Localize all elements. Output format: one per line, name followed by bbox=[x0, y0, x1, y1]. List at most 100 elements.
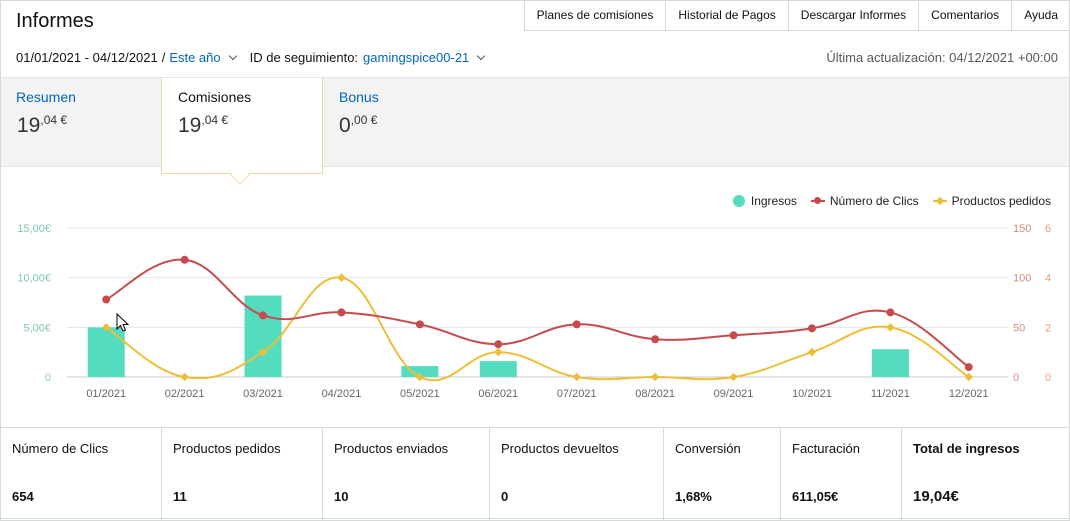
tab-value: 19,04 € bbox=[178, 113, 229, 137]
point-productos-pedidos bbox=[572, 372, 581, 382]
stat-revenue: Facturación 611,05€ bbox=[781, 428, 902, 520]
stat-shipped: Productos enviados 10 bbox=[323, 428, 490, 520]
stat-clicks: Número de Clics 654 bbox=[1, 428, 162, 520]
x-tick-label: 07/2021 bbox=[557, 388, 597, 400]
stat-total-earnings: Total de ingresos 19,04€ bbox=[902, 428, 1069, 520]
x-tick-label: 09/2021 bbox=[714, 388, 754, 400]
point-numero-de-clics bbox=[886, 308, 895, 317]
tab-summary[interactable]: Resumen 19,04 € bbox=[1, 78, 161, 168]
point-productos-pedidos bbox=[886, 323, 895, 332]
chevron-down-icon[interactable] bbox=[477, 51, 486, 61]
point-productos-pedidos bbox=[807, 347, 817, 357]
point-productos-pedidos bbox=[650, 372, 660, 382]
chevron-down-icon[interactable] bbox=[228, 51, 237, 61]
y-left-tick-label: 5,00€ bbox=[23, 322, 51, 334]
page-title: Informes bbox=[16, 10, 94, 32]
stat-conversion: Conversión 1,68% bbox=[664, 428, 781, 520]
y-left-tick-label: 15,00€ bbox=[17, 223, 51, 235]
point-productos-pedidos bbox=[729, 372, 738, 382]
x-tick-label: 01/2021 bbox=[86, 388, 126, 400]
x-tick-label: 12/2021 bbox=[949, 388, 989, 400]
point-numero-de-clics bbox=[807, 324, 816, 333]
tab-label: Resumen bbox=[16, 89, 76, 105]
point-numero-de-clics bbox=[964, 363, 973, 372]
y-right-clicks-tick-label: 50 bbox=[1013, 322, 1025, 334]
point-productos-pedidos bbox=[494, 347, 503, 357]
stats-bar: Número de Clics 654 Productos pedidos 11… bbox=[1, 427, 1069, 520]
y-right-clicks-tick-label: 150 bbox=[1013, 223, 1031, 235]
tab-value: 0,00 € bbox=[339, 113, 378, 137]
stat-label: Conversión bbox=[675, 441, 741, 456]
mouse-cursor-icon bbox=[116, 313, 130, 332]
summary-band: Resumen 19,04 € Comisiones 19,04 € Bonus… bbox=[1, 77, 1069, 185]
point-productos-pedidos bbox=[180, 372, 189, 382]
stat-value: 0 bbox=[501, 489, 509, 504]
y-left-tick-label: 0 bbox=[45, 372, 51, 384]
earnings-chart: Ingresos Número de Clics Productos pedid… bbox=[1, 168, 1069, 426]
stat-label: Total de ingresos bbox=[913, 441, 1020, 456]
tab-label: Comisiones bbox=[178, 89, 252, 105]
stat-value: 10 bbox=[334, 489, 349, 504]
stat-ordered: Productos pedidos 11 bbox=[162, 428, 323, 520]
point-numero-de-clics bbox=[102, 295, 111, 304]
top-navigation: Planes de comisiones Historial de Pagos … bbox=[523, 0, 1070, 31]
nav-feedback[interactable]: Comentarios bbox=[919, 0, 1013, 31]
stat-label: Productos enviados bbox=[334, 441, 449, 456]
tab-value: 19,04 € bbox=[17, 113, 68, 137]
tracking-id-selector[interactable]: gamingspice00-21 bbox=[363, 50, 469, 65]
y-right-products-tick-label: 0 bbox=[1045, 372, 1051, 384]
point-numero-de-clics bbox=[180, 255, 189, 264]
stat-value: 611,05€ bbox=[792, 489, 839, 504]
stat-value: 654 bbox=[12, 489, 34, 504]
chart-plot: 0 0 0 5,00€ 50 2 10,00€ 100 4 15,00€ 150 6 01/2021 02… bbox=[17, 223, 1051, 400]
stat-label: Facturación bbox=[792, 441, 860, 456]
x-tick-label: 08/2021 bbox=[635, 388, 675, 400]
x-tick-label: 06/2021 bbox=[478, 388, 518, 400]
tab-label: Bonus bbox=[339, 89, 379, 105]
y-right-products-tick-label: 6 bbox=[1045, 223, 1051, 235]
bar-ingresos bbox=[871, 349, 909, 377]
point-productos-pedidos bbox=[337, 273, 346, 282]
point-numero-de-clics bbox=[259, 311, 268, 320]
stat-value: 11 bbox=[173, 489, 187, 504]
y-left-tick-label: 10,00€ bbox=[17, 273, 51, 285]
y-right-clicks-tick-label: 100 bbox=[1013, 273, 1031, 285]
point-numero-de-clics bbox=[651, 335, 660, 344]
date-range: 01/01/2021 - 04/12/2021 bbox=[16, 50, 158, 65]
bar-ingresos bbox=[87, 327, 125, 377]
x-tick-label: 10/2021 bbox=[792, 388, 832, 400]
stat-label: Productos devueltos bbox=[501, 441, 619, 456]
x-tick-label: 03/2021 bbox=[243, 388, 283, 400]
stat-label: Productos pedidos bbox=[173, 441, 281, 456]
tab-commissions[interactable]: Comisiones 19,04 € bbox=[161, 78, 323, 185]
nav-download-reports[interactable]: Descargar Informes bbox=[789, 0, 920, 31]
nav-help[interactable]: Ayuda bbox=[1012, 0, 1070, 31]
point-numero-de-clics bbox=[337, 308, 346, 317]
point-numero-de-clics bbox=[572, 320, 581, 329]
stat-value: 1,68% bbox=[675, 489, 712, 504]
tab-bonus[interactable]: Bonus 0,00 € bbox=[323, 78, 483, 168]
date-separator: / bbox=[161, 50, 166, 65]
x-tick-label: 05/2021 bbox=[400, 388, 440, 400]
x-tick-label: 04/2021 bbox=[322, 388, 362, 400]
x-tick-label: 11/2021 bbox=[871, 388, 910, 400]
x-tick-label: 02/2021 bbox=[165, 388, 205, 400]
point-numero-de-clics bbox=[729, 331, 738, 340]
point-numero-de-clics bbox=[494, 340, 503, 349]
nav-payment-history[interactable]: Historial de Pagos bbox=[666, 0, 789, 31]
y-right-products-tick-label: 2 bbox=[1045, 322, 1051, 334]
point-numero-de-clics bbox=[415, 320, 424, 329]
stat-value: 19,04€ bbox=[913, 488, 959, 505]
report-filters: 01/01/2021 - 04/12/2021 / Este año ID de… bbox=[16, 50, 492, 65]
stat-label: Número de Clics bbox=[12, 441, 109, 456]
last-updated: Última actualización: 04/12/2021 +00:00 bbox=[826, 50, 1058, 65]
stat-returned: Productos devueltos 0 bbox=[490, 428, 664, 520]
bar-ingresos bbox=[479, 361, 517, 377]
y-right-clicks-tick-label: 0 bbox=[1013, 372, 1019, 384]
y-right-products-tick-label: 4 bbox=[1045, 273, 1051, 285]
line-numero-de-clics bbox=[105, 258, 970, 368]
tracking-label: ID de seguimiento: bbox=[249, 50, 359, 65]
line-productos-pedidos bbox=[105, 276, 970, 382]
period-selector[interactable]: Este año bbox=[169, 50, 220, 65]
nav-commission-plans[interactable]: Planes de comisiones bbox=[525, 0, 667, 31]
